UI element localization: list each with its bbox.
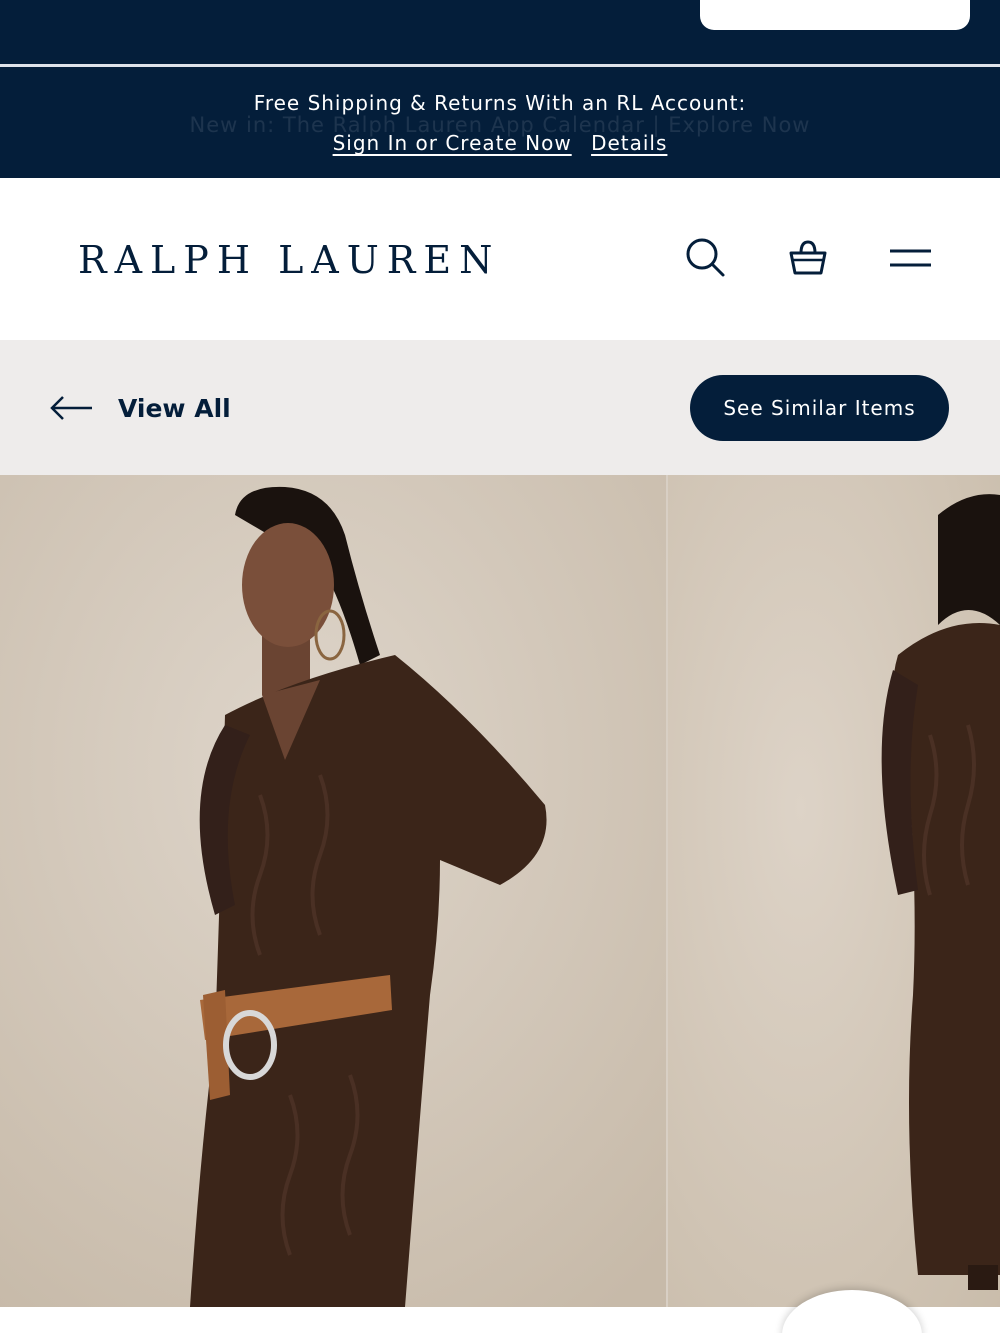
shopping-bag-icon: [789, 240, 827, 275]
arrow-left-icon: [50, 396, 92, 420]
product-navbar: View All See Similar Items: [0, 340, 1000, 475]
view-all-link[interactable]: View All: [48, 388, 231, 428]
view-all-label: View All: [118, 393, 231, 423]
signin-link[interactable]: Sign In or Create Now: [333, 131, 572, 155]
hamburger-menu-icon: [890, 249, 931, 267]
shopping-bag-button[interactable]: [783, 233, 833, 283]
brand-logo[interactable]: RALPH LAUREN: [78, 238, 500, 282]
top-strip: [0, 0, 1000, 64]
menu-button[interactable]: [885, 233, 935, 283]
product-image-back[interactable]: [668, 475, 1000, 1307]
details-link[interactable]: Details: [591, 131, 667, 155]
search-button[interactable]: [680, 233, 730, 283]
product-image-gallery[interactable]: [0, 475, 1000, 1307]
site-header: RALPH LAUREN: [0, 178, 1000, 340]
product-image-front[interactable]: [0, 475, 666, 1307]
see-similar-items-button[interactable]: See Similar Items: [690, 375, 949, 441]
promo-banner: New in: The Ralph Lauren App Calendar | …: [0, 67, 1000, 178]
promo-links: Sign In or Create Now Details: [0, 131, 1000, 155]
top-search-pill[interactable]: [700, 0, 970, 30]
search-icon: [686, 238, 725, 277]
promo-headline: Free Shipping & Returns With an RL Accou…: [253, 91, 747, 115]
